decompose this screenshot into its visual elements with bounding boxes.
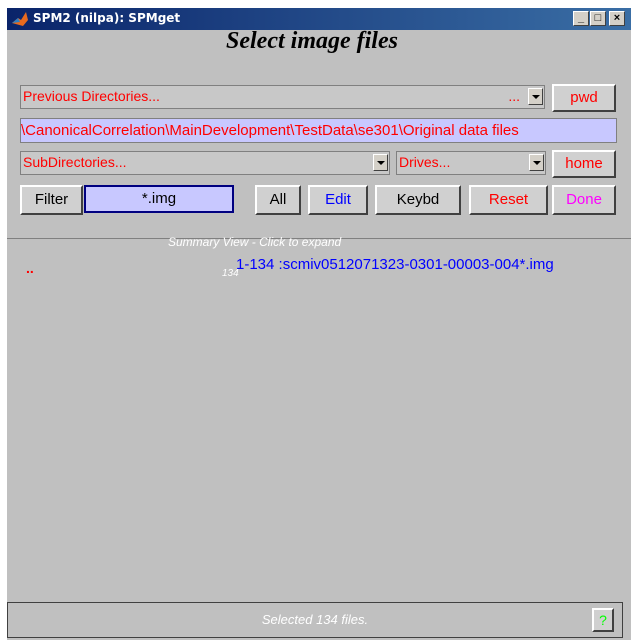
drives-label: Drives... [399,154,451,170]
drives-select[interactable]: Drives... [396,151,546,175]
filter-input[interactable]: *.img [84,185,234,213]
list-marker: .. [26,260,34,276]
edit-button[interactable]: Edit [308,185,368,215]
status-text: Selected 134 files. [261,612,369,627]
page-title: Select image files [226,28,398,54]
title-bar[interactable]: SPM2 (nilpa): SPMget _ □ × [7,8,631,30]
help-button[interactable]: ? [592,608,614,632]
matlab-logo-icon [12,12,28,26]
summary-view-toggle[interactable]: Summary View - Click to expand [168,235,341,249]
status-bar: Selected 134 files. ? [7,602,623,638]
done-button[interactable]: Done [552,185,616,215]
list-item[interactable]: 1-134 :scmiv0512071323-0301-00003-004*.i… [236,256,554,273]
reset-button[interactable]: Reset [469,185,548,215]
subdirectories-label: SubDirectories... [23,154,127,170]
chevron-down-icon[interactable] [528,88,543,105]
pwd-button[interactable]: pwd [552,84,616,112]
minimize-button[interactable]: _ [573,11,589,26]
current-directory-field[interactable]: \CanonicalCorrelation\MainDevelopment\Te… [20,118,617,143]
close-button[interactable]: × [609,11,625,26]
filter-button[interactable]: Filter [20,185,83,215]
subdirectories-select[interactable]: SubDirectories... [20,151,390,175]
previous-directories-select[interactable]: Previous Directories... ... [20,85,545,109]
maximize-button[interactable]: □ [590,11,606,26]
keybd-button[interactable]: Keybd [375,185,461,215]
chevron-down-icon[interactable] [529,154,544,171]
all-button[interactable]: All [255,185,301,215]
previous-directories-ellipsis: ... [508,88,520,104]
previous-directories-label: Previous Directories... [23,88,160,104]
chevron-down-icon[interactable] [373,154,388,171]
window-title: SPM2 (nilpa): SPMget [33,11,181,25]
home-button[interactable]: home [552,150,616,178]
